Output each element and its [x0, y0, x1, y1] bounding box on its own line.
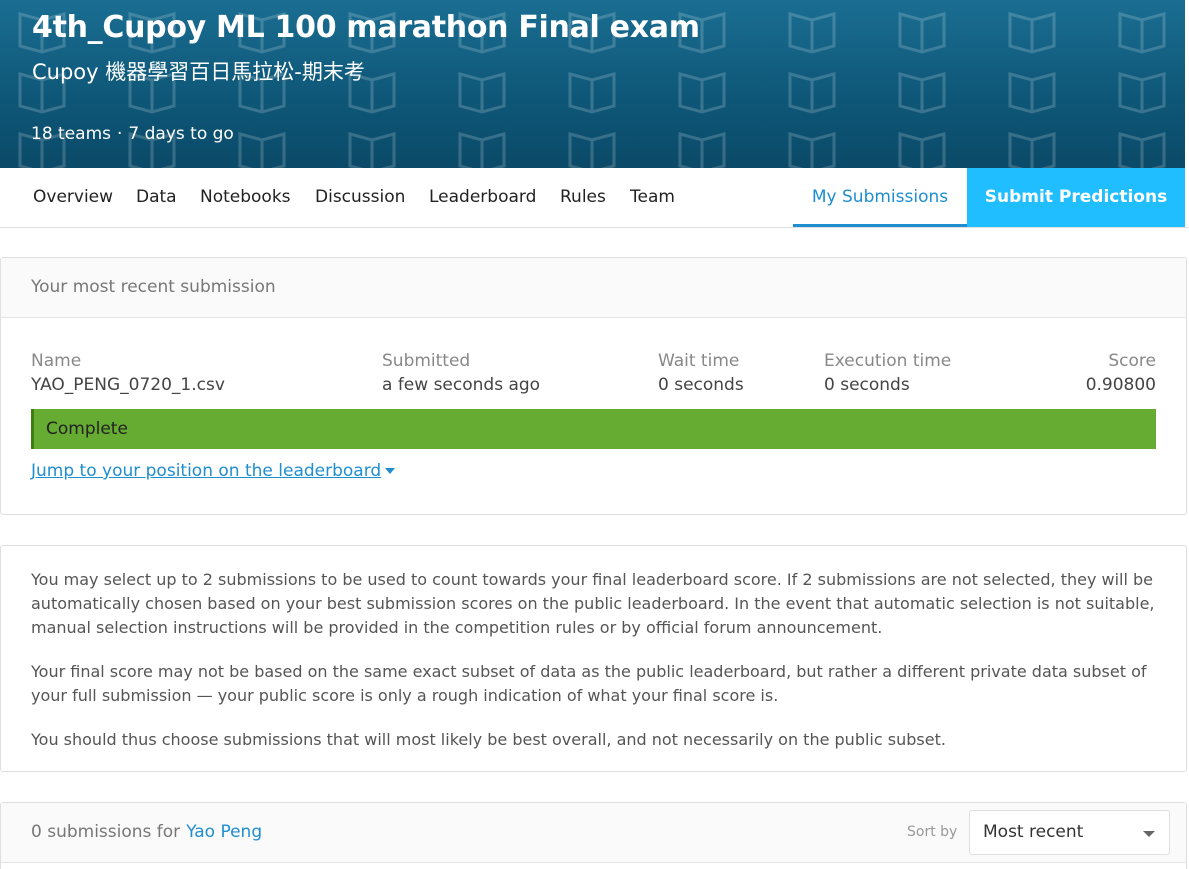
info-paragraph: You may select up to 2 submissions to be…	[31, 570, 1155, 637]
meta-separator: ·	[117, 124, 123, 144]
submissions-header: 0 submissions for Yao Peng Sort by Most r…	[1, 803, 1186, 863]
submission-count: 0 submissions for	[31, 822, 181, 842]
tab-my-submissions[interactable]: My Submissions	[793, 168, 967, 227]
competition-subtitle: Cupoy 機器學習百日馬拉松-期末考	[32, 60, 365, 84]
jump-to-leaderboard-link[interactable]: Jump to your position on the leaderboard	[31, 461, 396, 481]
competition-meta: 18 teams · 7 days to go	[31, 124, 234, 144]
execution-time-value: 0 seconds	[824, 375, 910, 395]
tab-overview[interactable]: Overview	[33, 168, 113, 227]
competition-nav: Overview Data Notebooks Discussion Leade…	[0, 168, 1189, 228]
submit-predictions-button[interactable]: Submit Predictions	[967, 168, 1185, 227]
tab-leaderboard[interactable]: Leaderboard	[429, 168, 536, 227]
score-column: Score 0.90800	[1086, 350, 1156, 398]
tab-team[interactable]: Team	[630, 168, 675, 227]
wait-time-value: 0 seconds	[658, 375, 744, 395]
recent-submission-panel: Your most recent submission Name YAO_PEN…	[0, 257, 1187, 515]
tab-notebooks[interactable]: Notebooks	[200, 168, 291, 227]
info-paragraph: You should thus choose submissions that …	[31, 730, 946, 749]
submissions-panel: 0 submissions for Yao Peng Sort by Most r…	[0, 802, 1187, 869]
competition-banner: 4th_Cupoy ML 100 marathon Final exam Cup…	[0, 0, 1185, 168]
status-badge: Complete	[31, 409, 1156, 449]
deadline-text: 7 days to go	[128, 124, 234, 144]
wait-time-column: Wait time 0 seconds	[658, 350, 744, 398]
sort-select[interactable]: Most recent	[969, 810, 1170, 855]
recent-submission-header: Your most recent submission	[1, 258, 1186, 318]
user-link[interactable]: Yao Peng	[186, 822, 262, 842]
selection-info-panel: You may select up to 2 submissions to be…	[0, 545, 1187, 772]
execution-time-label: Execution time	[824, 351, 952, 371]
sort-label: Sort by	[907, 824, 958, 840]
caret-down-icon	[385, 468, 396, 474]
team-count: 18 teams	[31, 124, 111, 144]
wait-time-label: Wait time	[658, 351, 740, 371]
name-label: Name	[31, 351, 82, 371]
sort-select-value: Most recent	[983, 822, 1084, 842]
file-name: YAO_PENG_0720_1.csv	[31, 375, 225, 395]
competition-title: 4th_Cupoy ML 100 marathon Final exam	[32, 10, 700, 45]
tab-rules[interactable]: Rules	[560, 168, 606, 227]
submitted-column: Submitted a few seconds ago	[382, 350, 540, 398]
tab-data[interactable]: Data	[136, 168, 177, 227]
score-label: Score	[1108, 351, 1156, 371]
score-value: 0.90800	[1085, 375, 1156, 395]
info-paragraph: Your final score may not be based on the…	[31, 662, 1147, 705]
submitted-label: Submitted	[382, 351, 471, 371]
name-column: Name YAO_PENG_0720_1.csv	[31, 350, 225, 398]
jump-link-label: Jump to your position on the leaderboard	[31, 461, 382, 481]
chevron-down-icon	[1143, 831, 1155, 837]
execution-time-column: Execution time 0 seconds	[824, 350, 951, 398]
tab-discussion[interactable]: Discussion	[315, 168, 405, 227]
submitted-value: a few seconds ago	[382, 375, 541, 395]
